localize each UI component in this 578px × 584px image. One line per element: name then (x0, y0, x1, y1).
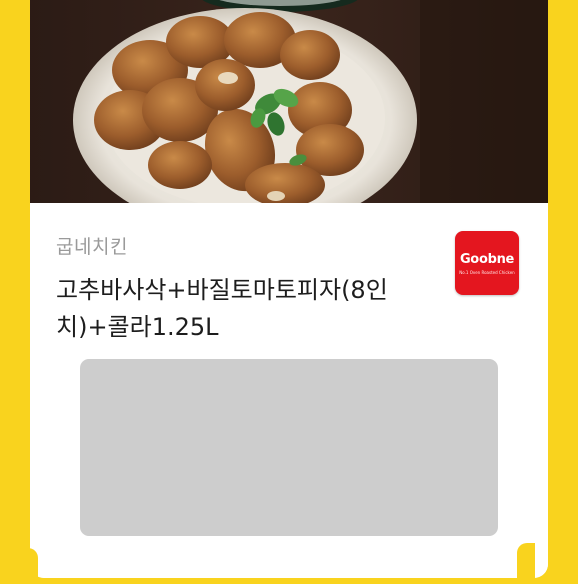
barcode-placeholder (80, 359, 498, 536)
card-corner-notch-right (517, 543, 535, 583)
yellow-background-frame: 굽네치킨 고추바사삭+바질토마토피자(8인치)+콜라1.25L Goobne N… (0, 0, 578, 584)
gift-info-section: 굽네치킨 고추바사삭+바질토마토피자(8인치)+콜라1.25L Goobne N… (30, 203, 548, 578)
goobne-logo: Goobne No.1 Oven Roasted Chicken (455, 231, 519, 295)
logo-wordmark: Goobne (459, 252, 515, 267)
logo-tagline: No.1 Oven Roasted Chicken (459, 270, 515, 275)
gift-card: 굽네치킨 고추바사삭+바질토마토피자(8인치)+콜라1.25L Goobne N… (30, 0, 548, 578)
product-photo (30, 0, 548, 203)
product-title: 고추바사삭+바질토마토피자(8인치)+콜라1.25L (56, 276, 388, 341)
brand-name: 굽네치킨 (56, 236, 128, 258)
card-corner-notch-left (24, 548, 38, 584)
fried-chicken-image (30, 0, 548, 203)
